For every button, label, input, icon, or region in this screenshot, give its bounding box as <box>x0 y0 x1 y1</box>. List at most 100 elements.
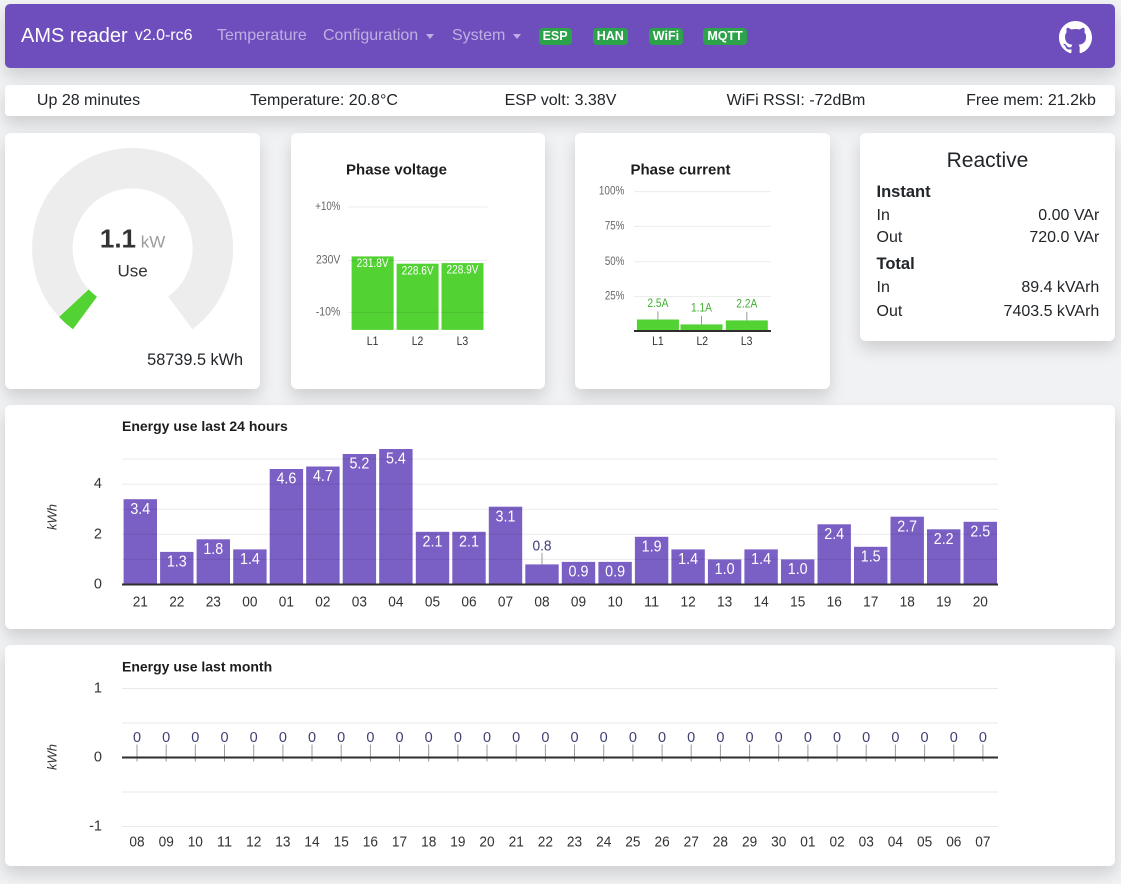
svg-text:4.6: 4.6 <box>276 471 296 488</box>
svg-text:0: 0 <box>133 730 141 746</box>
svg-text:0: 0 <box>250 730 258 746</box>
svg-text:0.8: 0.8 <box>532 538 551 555</box>
svg-text:10: 10 <box>188 835 203 851</box>
svg-text:L3: L3 <box>457 334 469 348</box>
svg-text:0: 0 <box>629 730 637 746</box>
svg-text:2.4: 2.4 <box>824 526 844 543</box>
svg-text:58739.5 kWh: 58739.5 kWh <box>147 351 243 369</box>
svg-text:04: 04 <box>888 835 903 851</box>
svg-text:0: 0 <box>950 730 958 746</box>
svg-text:16: 16 <box>363 835 378 851</box>
svg-text:+10%: +10% <box>315 201 340 213</box>
svg-text:1.8: 1.8 <box>203 541 223 558</box>
svg-text:14: 14 <box>754 595 769 611</box>
svg-text:0: 0 <box>746 730 754 746</box>
svg-text:07: 07 <box>975 835 990 851</box>
svg-text:2.1: 2.1 <box>459 534 479 551</box>
svg-text:04: 04 <box>388 595 403 611</box>
svg-text:19: 19 <box>450 835 465 851</box>
svg-text:20: 20 <box>973 595 988 611</box>
svg-text:0: 0 <box>395 730 403 746</box>
svg-text:-10%: -10% <box>316 306 341 318</box>
svg-text:100%: 100% <box>599 186 625 198</box>
svg-text:09: 09 <box>159 835 174 851</box>
svg-text:1.1 kW: 1.1 kW <box>100 224 165 254</box>
svg-text:0: 0 <box>570 730 578 746</box>
svg-text:kWh: kWh <box>45 504 60 530</box>
svg-text:0: 0 <box>94 577 102 593</box>
svg-text:1.4: 1.4 <box>751 551 771 568</box>
svg-text:0: 0 <box>483 730 491 746</box>
svg-text:Energy use last month: Energy use last month <box>122 659 272 675</box>
svg-text:29: 29 <box>742 835 757 851</box>
svg-text:228.6V: 228.6V <box>402 265 434 277</box>
svg-text:4: 4 <box>94 476 102 492</box>
svg-text:0: 0 <box>512 730 520 746</box>
svg-text:0: 0 <box>191 730 199 746</box>
svg-text:20: 20 <box>479 835 494 851</box>
svg-text:0.9: 0.9 <box>605 564 625 581</box>
svg-text:4.7: 4.7 <box>313 468 333 485</box>
svg-text:0: 0 <box>162 730 170 746</box>
svg-text:L2: L2 <box>412 334 424 348</box>
svg-text:03: 03 <box>352 595 367 611</box>
svg-text:26: 26 <box>655 835 670 851</box>
svg-text:0: 0 <box>220 730 228 746</box>
svg-text:21: 21 <box>133 595 148 611</box>
svg-text:Phase current: Phase current <box>630 162 730 179</box>
svg-text:0: 0 <box>366 730 374 746</box>
svg-text:2.2: 2.2 <box>934 531 954 548</box>
svg-text:5.4: 5.4 <box>386 451 406 468</box>
svg-text:00: 00 <box>242 595 257 611</box>
svg-text:25%: 25% <box>605 291 625 303</box>
svg-text:0: 0 <box>308 730 316 746</box>
svg-text:L2: L2 <box>697 334 709 348</box>
svg-text:1.0: 1.0 <box>715 561 735 578</box>
svg-text:19: 19 <box>936 595 951 611</box>
svg-text:17: 17 <box>863 595 878 611</box>
svg-text:0: 0 <box>921 730 929 746</box>
svg-text:2.2A: 2.2A <box>736 299 757 311</box>
svg-text:0: 0 <box>425 730 433 746</box>
svg-text:0: 0 <box>891 730 899 746</box>
svg-text:14: 14 <box>304 835 319 851</box>
svg-text:11: 11 <box>644 595 659 611</box>
svg-text:230V: 230V <box>316 255 341 267</box>
svg-text:22: 22 <box>169 595 184 611</box>
svg-text:21: 21 <box>509 835 524 851</box>
svg-text:06: 06 <box>461 595 476 611</box>
svg-text:1.9: 1.9 <box>642 539 662 556</box>
svg-text:L3: L3 <box>741 334 753 348</box>
svg-text:22: 22 <box>538 835 553 851</box>
svg-text:08: 08 <box>129 835 144 851</box>
svg-text:0: 0 <box>454 730 462 746</box>
svg-text:2.7: 2.7 <box>897 518 917 535</box>
svg-text:3.1: 3.1 <box>496 508 516 525</box>
svg-text:0: 0 <box>775 730 783 746</box>
svg-text:0: 0 <box>279 730 287 746</box>
svg-text:Energy use last 24 hours: Energy use last 24 hours <box>122 418 288 434</box>
svg-text:L1: L1 <box>367 334 379 348</box>
svg-text:23: 23 <box>567 835 582 851</box>
svg-text:02: 02 <box>830 835 845 851</box>
svg-text:0: 0 <box>716 730 724 746</box>
svg-text:02: 02 <box>315 595 330 611</box>
svg-text:228.9V: 228.9V <box>447 265 479 277</box>
svg-text:75%: 75% <box>605 220 625 232</box>
svg-text:01: 01 <box>800 835 815 851</box>
svg-text:0: 0 <box>337 730 345 746</box>
svg-text:10: 10 <box>608 595 623 611</box>
svg-text:11: 11 <box>217 835 232 851</box>
svg-text:1.5: 1.5 <box>861 549 881 566</box>
svg-text:-1: -1 <box>89 819 102 835</box>
svg-text:03: 03 <box>859 835 874 851</box>
svg-text:1.0: 1.0 <box>788 561 808 578</box>
svg-text:2.5A: 2.5A <box>647 298 668 310</box>
svg-text:24: 24 <box>596 835 611 851</box>
svg-text:0: 0 <box>687 730 695 746</box>
svg-text:1.3: 1.3 <box>167 554 187 571</box>
svg-text:13: 13 <box>275 835 290 851</box>
svg-text:12: 12 <box>681 595 696 611</box>
svg-text:231.8V: 231.8V <box>357 258 389 270</box>
svg-text:0: 0 <box>94 750 102 766</box>
